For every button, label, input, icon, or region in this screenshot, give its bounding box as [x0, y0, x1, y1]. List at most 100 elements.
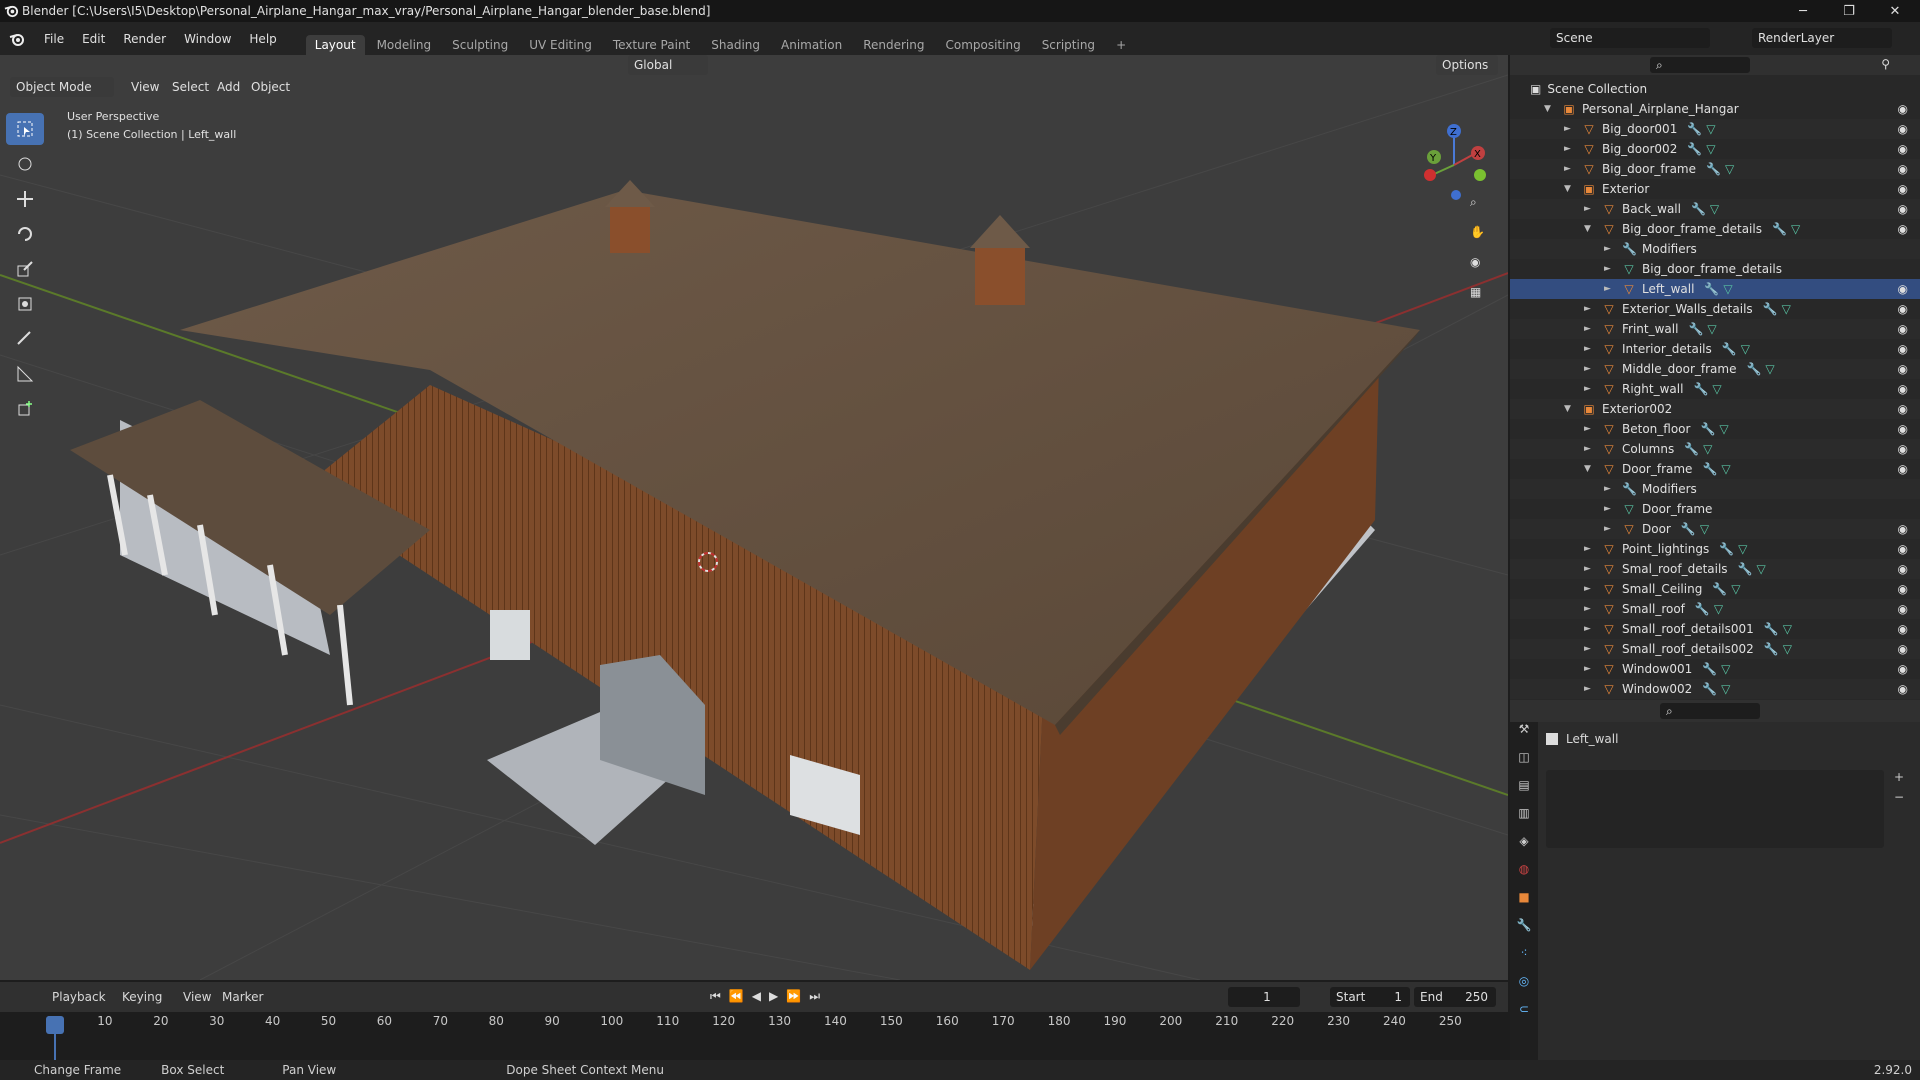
expand-arrow-icon[interactable]: ►: [1564, 144, 1576, 154]
expand-arrow-icon[interactable]: ►: [1584, 544, 1596, 554]
modifier-icon[interactable]: 🔧: [1695, 602, 1710, 616]
constraints-tab-icon[interactable]: ⊂: [1510, 1002, 1538, 1030]
expand-arrow-icon[interactable]: ►: [1584, 564, 1596, 574]
expand-arrow-icon[interactable]: ►: [1584, 204, 1596, 214]
menu-marker[interactable]: Marker: [222, 990, 263, 1004]
expand-arrow-icon[interactable]: ►: [1584, 324, 1596, 334]
object-tab-icon[interactable]: ■: [1510, 890, 1538, 918]
select-box-tool-icon[interactable]: [6, 113, 44, 145]
outliner-item[interactable]: ► ▽ Beton_floor 🔧 ▽ ◉: [1510, 419, 1920, 439]
play-icon[interactable]: ▶: [769, 989, 778, 1004]
tab-texture-paint[interactable]: Texture Paint: [604, 35, 699, 55]
play-reverse-icon[interactable]: ◀: [752, 989, 761, 1004]
outliner-item[interactable]: ► ▽ Big_door_frame_details: [1510, 259, 1920, 279]
outliner-item[interactable]: ► ▽ Window001 🔧 ▽ ◉: [1510, 659, 1920, 679]
visibility-eye-icon[interactable]: ◉: [1898, 522, 1908, 536]
outliner-item[interactable]: ▼ ▣ Exterior002 ◉: [1510, 399, 1920, 419]
visibility-eye-icon[interactable]: ◉: [1898, 182, 1908, 196]
visibility-eye-icon[interactable]: ◉: [1898, 442, 1908, 456]
visibility-eye-icon[interactable]: ◉: [1898, 322, 1908, 336]
modifier-tab-icon[interactable]: 🔧: [1510, 918, 1538, 946]
expand-arrow-icon[interactable]: ►: [1584, 664, 1596, 674]
prev-keyframe-icon[interactable]: ⏪: [729, 989, 744, 1004]
tab-sculpting[interactable]: Sculpting: [443, 35, 517, 55]
physics-tab-icon[interactable]: ◎: [1510, 974, 1538, 1002]
collapse-arrow-icon[interactable]: ▼: [1584, 464, 1596, 474]
zoom-icon[interactable]: ⌕: [1470, 195, 1494, 225]
mesh-data-icon[interactable]: ▽: [1741, 342, 1750, 356]
outliner-item[interactable]: ► ▽ Big_door_frame 🔧 ▽ ◉: [1510, 159, 1920, 179]
start-frame-field[interactable]: Start 1: [1330, 987, 1410, 1007]
menu-edit[interactable]: Edit: [73, 32, 114, 46]
mesh-data-icon[interactable]: ▽: [1721, 462, 1730, 476]
expand-arrow-icon[interactable]: ►: [1604, 284, 1616, 294]
end-frame-field[interactable]: End 250: [1414, 987, 1496, 1007]
tab-rendering[interactable]: Rendering: [854, 35, 933, 55]
visibility-eye-icon[interactable]: ◉: [1898, 662, 1908, 676]
collapse-arrow-icon[interactable]: ▼: [1584, 224, 1596, 234]
render-tab-icon[interactable]: ◫: [1510, 750, 1538, 778]
modifier-icon[interactable]: 🔧: [1693, 382, 1708, 396]
mesh-data-icon[interactable]: ▽: [1707, 322, 1716, 336]
outliner-search-input[interactable]: ⌕: [1650, 57, 1750, 73]
outliner-item[interactable]: ► 🔧 Modifiers: [1510, 479, 1920, 499]
menu-select[interactable]: Select: [172, 80, 209, 94]
visibility-eye-icon[interactable]: ◉: [1898, 222, 1908, 236]
3d-viewport[interactable]: Object Mode View Select Add Object Globa…: [0, 55, 1508, 980]
tab-layout[interactable]: Layout: [305, 35, 365, 55]
remove-slot-button[interactable]: −: [1894, 790, 1904, 804]
visibility-eye-icon[interactable]: ◉: [1898, 622, 1908, 636]
current-frame-field[interactable]: 1: [1228, 987, 1300, 1007]
expand-arrow-icon[interactable]: ►: [1584, 364, 1596, 374]
mesh-data-icon[interactable]: ▽: [1757, 562, 1766, 576]
scene-selector[interactable]: Scene: [1550, 28, 1710, 48]
mesh-data-icon[interactable]: ▽: [1721, 662, 1730, 676]
options-button[interactable]: Options: [1436, 55, 1498, 75]
output-tab-icon[interactable]: ▤: [1510, 778, 1538, 806]
pan-hand-icon[interactable]: ✋: [1470, 225, 1494, 255]
playhead[interactable]: [46, 1016, 64, 1034]
camera-icon[interactable]: ◉: [1470, 255, 1494, 285]
measure-tool-icon[interactable]: [6, 358, 44, 390]
tab-modeling[interactable]: Modeling: [368, 35, 441, 55]
particles-tab-icon[interactable]: ⁖: [1510, 946, 1538, 974]
collapse-arrow-icon[interactable]: ▼: [1564, 404, 1576, 414]
visibility-eye-icon[interactable]: ◉: [1898, 462, 1908, 476]
mesh-data-icon[interactable]: ▽: [1703, 442, 1712, 456]
modifier-icon[interactable]: 🔧: [1684, 442, 1699, 456]
timeline-panel[interactable]: Playback Keying View Marker ⏮ ⏪ ◀ ▶ ⏩ ⏭ 1 Sta…: [0, 982, 1508, 1060]
modifier-icon[interactable]: 🔧: [1712, 582, 1727, 596]
modifier-icon[interactable]: 🔧: [1681, 522, 1696, 536]
mesh-data-icon[interactable]: ▽: [1783, 642, 1792, 656]
modifier-icon[interactable]: 🔧: [1746, 362, 1761, 376]
expand-arrow-icon[interactable]: ►: [1584, 584, 1596, 594]
menu-playback[interactable]: Playback: [52, 990, 106, 1004]
outliner-root[interactable]: ▣ Scene Collection: [1510, 79, 1920, 99]
expand-arrow-icon[interactable]: ►: [1584, 624, 1596, 634]
mesh-data-icon[interactable]: ▽: [1783, 622, 1792, 636]
tab-compositing[interactable]: Compositing: [936, 35, 1029, 55]
mesh-data-icon[interactable]: ▽: [1782, 302, 1791, 316]
outliner-item[interactable]: ► ▽ Columns 🔧 ▽ ◉: [1510, 439, 1920, 459]
maximize-button[interactable]: ❐: [1826, 0, 1872, 22]
menu-object[interactable]: Object: [251, 80, 290, 94]
outliner-item[interactable]: ► ▽ Right_wall 🔧 ▽ ◉: [1510, 379, 1920, 399]
outliner-item[interactable]: ► ▽ Door 🔧 ▽ ◉: [1510, 519, 1920, 539]
visibility-eye-icon[interactable]: ◉: [1898, 402, 1908, 416]
expand-arrow-icon[interactable]: ►: [1584, 684, 1596, 694]
modifier-icon[interactable]: 🔧: [1722, 342, 1737, 356]
collapse-arrow-icon[interactable]: ▼: [1544, 104, 1556, 114]
outliner-item[interactable]: ► ▽ Big_door002 🔧 ▽ ◉: [1510, 139, 1920, 159]
outliner-panel[interactable]: ⌕ ⚲ ▣ Scene Collection ▼ ▣ Personal_Airpla…: [1510, 55, 1920, 700]
mesh-data-icon[interactable]: ▽: [1714, 602, 1723, 616]
expand-arrow-icon[interactable]: ►: [1584, 384, 1596, 394]
tab-shading[interactable]: Shading: [702, 35, 769, 55]
cursor-tool-icon[interactable]: [6, 148, 44, 180]
viewport-scene[interactable]: [0, 55, 1508, 980]
visibility-eye-icon[interactable]: ◉: [1898, 602, 1908, 616]
visibility-eye-icon[interactable]: ◉: [1898, 382, 1908, 396]
properties-search-input[interactable]: ⌕: [1660, 703, 1760, 719]
visibility-eye-icon[interactable]: ◉: [1898, 582, 1908, 596]
visibility-eye-icon[interactable]: ◉: [1898, 122, 1908, 136]
modifier-icon[interactable]: 🔧: [1691, 202, 1706, 216]
